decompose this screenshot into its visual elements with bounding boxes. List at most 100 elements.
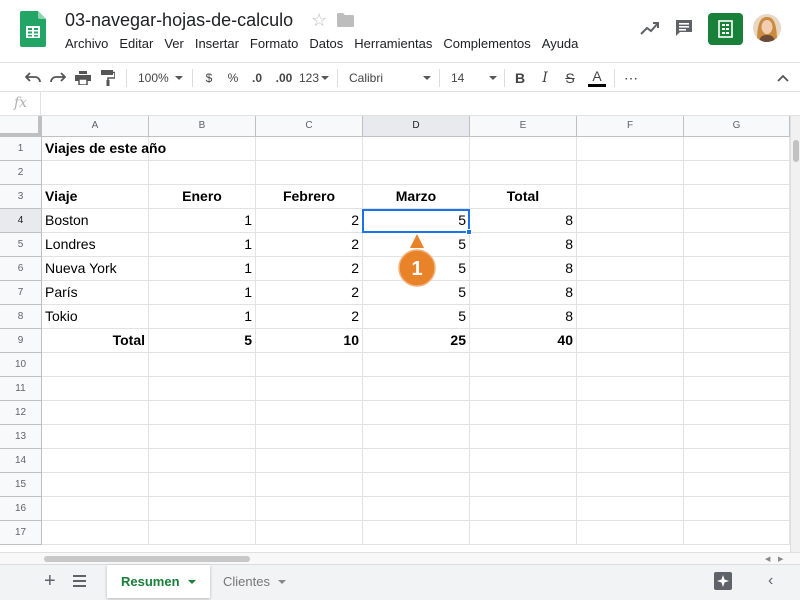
cell-f7[interactable] [577,281,684,305]
cell-c11[interactable] [256,377,363,401]
cell-d13[interactable] [363,425,470,449]
cell-c3[interactable]: Febrero [256,185,363,209]
scroll-left-icon[interactable]: ◀ [765,555,770,563]
zoom-select[interactable]: 100% [138,69,186,87]
sheet-tab-clientes[interactable]: Clientes [209,565,300,598]
cell-a4[interactable]: Boston [42,209,149,233]
more-formats-button[interactable]: 123 [299,69,330,87]
cell-d8[interactable]: 5 [363,305,470,329]
cell-c4[interactable]: 2 [256,209,363,233]
percent-format-button[interactable]: % [226,69,240,87]
cell-g7[interactable] [684,281,790,305]
menu-ver[interactable]: Ver [164,36,184,54]
menu-datos[interactable]: Datos [309,36,343,54]
cell-d1[interactable] [363,137,470,161]
cell-g2[interactable] [684,161,790,185]
cell-e17[interactable] [470,521,577,545]
column-header-a[interactable]: A [42,116,149,137]
cell-g15[interactable] [684,473,790,497]
menu-insertar[interactable]: Insertar [195,36,239,54]
sheets-logo-icon[interactable] [20,11,46,47]
row-header-7[interactable]: 7 [0,281,42,305]
row-header-10[interactable]: 10 [0,353,42,377]
column-header-d[interactable]: D [363,116,470,137]
cell-c5[interactable]: 2 [256,233,363,257]
row-header-1[interactable]: 1 [0,137,42,161]
cell-a1[interactable]: Viajes de este año [42,137,166,161]
row-header-6[interactable]: 6 [0,257,42,281]
cell-c7[interactable]: 2 [256,281,363,305]
row-header-12[interactable]: 12 [0,401,42,425]
cell-e4[interactable]: 8 [470,209,577,233]
font-size-select[interactable]: 14 [451,69,497,87]
cell-a17[interactable] [42,521,149,545]
cell-b8[interactable]: 1 [149,305,256,329]
cell-g1[interactable] [684,137,790,161]
cell-b16[interactable] [149,497,256,521]
row-header-16[interactable]: 16 [0,497,42,521]
cell-g10[interactable] [684,353,790,377]
cell-e3[interactable]: Total [470,185,577,209]
cell-c2[interactable] [256,161,363,185]
star-icon[interactable]: ☆ [311,11,327,29]
cell-a14[interactable] [42,449,149,473]
cell-a7[interactable]: París [42,281,149,305]
cell-g14[interactable] [684,449,790,473]
cell-e11[interactable] [470,377,577,401]
activity-trend-icon[interactable] [640,20,660,36]
cell-g11[interactable] [684,377,790,401]
cell-g12[interactable] [684,401,790,425]
cell-a6[interactable]: Nueva York [42,257,149,281]
cell-c6[interactable]: 2 [256,257,363,281]
side-panel-chevron-icon[interactable]: ‹ [768,573,773,589]
menu-formato[interactable]: Formato [250,36,298,54]
add-sheet-icon[interactable]: + [44,571,56,591]
cell-f6[interactable] [577,257,684,281]
redo-button[interactable] [49,69,67,87]
row-header-8[interactable]: 8 [0,305,42,329]
cell-d15[interactable] [363,473,470,497]
row-header-4[interactable]: 4 [0,209,42,233]
cell-f8[interactable] [577,305,684,329]
cell-b14[interactable] [149,449,256,473]
cell-a16[interactable] [42,497,149,521]
cell-a5[interactable]: Londres [42,233,149,257]
row-header-9[interactable]: 9 [0,329,42,353]
cell-b4[interactable]: 1 [149,209,256,233]
cell-a13[interactable] [42,425,149,449]
cell-g4[interactable] [684,209,790,233]
cell-a15[interactable] [42,473,149,497]
select-all-corner[interactable] [0,116,42,137]
cell-e13[interactable] [470,425,577,449]
spreadsheet-grid[interactable]: A B C D E F G 1 Viajes de este año 2 3 Viaje Enero Fe… [0,116,790,552]
cell-a2[interactable] [42,161,149,185]
menu-editar[interactable]: Editar [119,36,153,54]
formula-bar[interactable]: fx [0,92,800,116]
chevron-down-icon[interactable] [277,579,286,584]
sheet-tab-resumen[interactable]: Resumen [107,565,210,598]
cell-c17[interactable] [256,521,363,545]
cell-c13[interactable] [256,425,363,449]
cell-g13[interactable] [684,425,790,449]
cell-a12[interactable] [42,401,149,425]
text-color-button[interactable]: A [588,69,606,87]
vertical-scrollbar[interactable] [790,116,800,552]
cell-a8[interactable]: Tokio [42,305,149,329]
vertical-scroll-thumb[interactable] [793,140,799,162]
cell-b9[interactable]: 5 [149,329,256,353]
cell-f2[interactable] [577,161,684,185]
decrease-decimals-button[interactable]: .0 [248,69,266,87]
bold-button[interactable]: B [513,69,527,87]
cell-f1[interactable] [577,137,684,161]
cell-g16[interactable] [684,497,790,521]
cell-c14[interactable] [256,449,363,473]
share-button[interactable] [708,13,743,45]
row-header-11[interactable]: 11 [0,377,42,401]
explore-button[interactable] [714,572,732,590]
column-header-c[interactable]: C [256,116,363,137]
cell-e9[interactable]: 40 [470,329,577,353]
horizontal-scroll-thumb[interactable] [44,556,250,562]
cell-f5[interactable] [577,233,684,257]
cell-b1[interactable] [149,137,256,161]
paint-format-button[interactable] [99,69,117,87]
